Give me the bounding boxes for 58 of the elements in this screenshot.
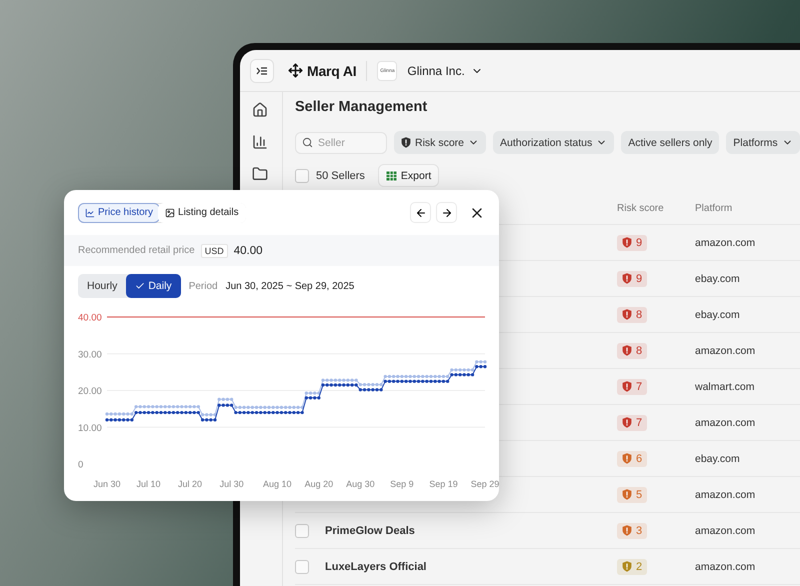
x-axis-label: Sep 9	[390, 479, 414, 489]
x-axis-label: Aug 10	[263, 479, 292, 489]
risk-score-badge: 6	[617, 450, 648, 466]
currency-tag: USD	[200, 244, 228, 258]
risk-score-badge: 8	[617, 306, 648, 322]
period-value: Jun 30, 2025 ~ Sep 29, 2025	[226, 280, 354, 292]
seller-count: 50 Sellers	[316, 170, 365, 182]
column-header: Platform	[695, 203, 734, 214]
search-field[interactable]: Seller	[295, 132, 387, 154]
x-axis-label: Aug 20	[304, 479, 334, 489]
y-axis-label: 40.00	[78, 312, 102, 324]
brand-name: Marq AI	[307, 62, 356, 78]
y-axis-label: 0	[78, 460, 84, 470]
risk-score-badge: 7	[617, 378, 648, 394]
platform-cell-text: ebay.com	[695, 308, 741, 320]
platform-cell-text: walmart.com	[695, 380, 756, 392]
platform-cell-text: ebay.com	[695, 452, 741, 464]
risk-score-badge: 9	[617, 234, 648, 250]
granularity-toggle[interactable]: Hourly	[78, 274, 126, 298]
popup-tab[interactable]: Price history	[78, 202, 160, 222]
price-value: 40.00	[234, 244, 263, 256]
seller-name: PrimeGlow Deals	[325, 524, 416, 536]
y-axis-label: 20.00	[78, 386, 102, 397]
x-axis-label: Jun 30	[93, 479, 121, 489]
risk-score-badge: 3	[617, 522, 648, 538]
platform-cell-text: amazon.com	[695, 236, 756, 248]
filter-chip[interactable]: Authorization status	[493, 131, 614, 154]
price-label: Recommended retail price	[78, 245, 195, 256]
risk-score-badge: 8	[617, 342, 648, 358]
platform-cell-text: amazon.com	[695, 488, 756, 500]
x-axis-label: Sep 19	[429, 479, 458, 489]
risk-score-badge: 9	[617, 270, 648, 286]
y-axis-label: 10.00	[78, 422, 102, 434]
y-axis-label: 30.00	[78, 349, 102, 360]
column-header: Risk score	[617, 203, 665, 214]
platform-cell-text: amazon.com	[695, 524, 756, 536]
granularity-toggle[interactable]: Daily	[126, 274, 181, 298]
platform-cell-text: amazon.com	[695, 344, 756, 356]
seller-name: LuxeLayers Official	[325, 560, 428, 572]
x-axis-label: Sep 29	[470, 479, 499, 489]
x-axis-label: Aug 30	[346, 479, 375, 489]
period-label: Period	[188, 280, 218, 292]
platform-cell-text: amazon.com	[695, 416, 756, 428]
x-axis-label: Jul 10	[136, 479, 161, 489]
platform-cell-text: ebay.com	[695, 272, 741, 284]
risk-score-badge: 5	[617, 486, 648, 502]
export-button[interactable]: Export	[378, 164, 440, 187]
filter-chip[interactable]: Risk score	[394, 131, 486, 154]
x-axis-label: Jul 30	[220, 479, 244, 489]
x-axis-label: Jul 20	[178, 479, 202, 489]
platform-cell-text: amazon.com	[695, 560, 756, 572]
org-switcher[interactable]: Glinna Inc.	[407, 64, 483, 78]
risk-score-badge: 2	[617, 558, 648, 574]
risk-score-badge: 7	[617, 414, 648, 430]
popup-tab[interactable]: Listing details	[158, 202, 246, 222]
page-title: Seller Management	[295, 98, 428, 117]
filter-chip[interactable]: Active sellers only	[621, 131, 720, 154]
filter-chip[interactable]: Platforms	[726, 131, 800, 154]
